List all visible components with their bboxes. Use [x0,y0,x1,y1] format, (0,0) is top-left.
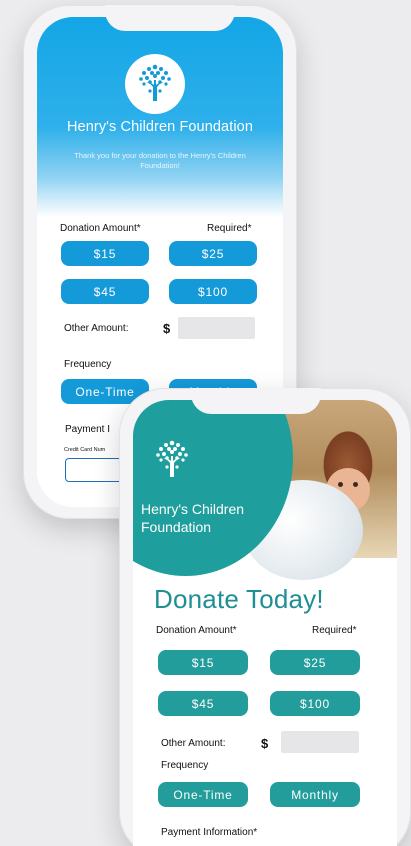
amount-15-button[interactable]: $15 [158,650,248,675]
amount-45-button[interactable]: $45 [61,279,149,304]
tree-logo-icon [125,54,185,114]
payment-info-label: Payment I [65,424,111,435]
thank-you-message: Thank you for your donation to the Henry… [74,151,246,170]
organization-name-line-2: Foundation [141,519,212,535]
donation-amount-label: Donation Amount* [156,625,237,636]
other-amount-input[interactable] [178,317,255,339]
phone-notch [105,5,235,31]
amount-100-button[interactable]: $100 [169,279,257,304]
amount-25-button[interactable]: $25 [169,241,257,266]
tree-logo-icon [148,436,196,484]
other-amount-label: Other Amount: [64,323,129,334]
currency-symbol: $ [163,321,171,336]
other-amount-input[interactable] [281,731,359,753]
amount-25-button[interactable]: $25 [270,650,360,675]
other-amount-label: Other Amount: [161,738,226,749]
frequency-label: Frequency [161,760,209,771]
donation-amount-label: Donation Amount* [60,223,141,234]
amount-15-button[interactable]: $15 [61,241,149,266]
organization-name-line-1: Henry's Children [141,501,245,517]
donation-form-screen-teal: Henry's Children Foundation Donate Today… [133,400,397,846]
frequency-one-time-button[interactable]: One-Time [158,782,248,807]
eye-icon [338,482,343,487]
page-title: Donate Today! [154,584,324,614]
credit-card-label: Credit Card Num [64,447,106,453]
eye-icon [353,482,358,487]
organization-name: Henry's Children Foundation [141,500,291,536]
hero-banner [37,17,283,217]
phone-notch [191,388,321,414]
currency-symbol: $ [261,736,269,751]
amount-45-button[interactable]: $45 [158,691,248,716]
phone-mockup-front: Henry's Children Foundation Donate Today… [119,388,411,846]
amount-100-button[interactable]: $100 [270,691,360,716]
organization-name: Henry's Children Foundation [66,119,253,135]
required-label: Required* [207,223,252,234]
required-label: Required* [312,625,357,636]
frequency-label: Frequency [64,359,112,370]
payment-info-label: Payment Information* [161,827,258,838]
frequency-monthly-button[interactable]: Monthly [270,782,360,807]
